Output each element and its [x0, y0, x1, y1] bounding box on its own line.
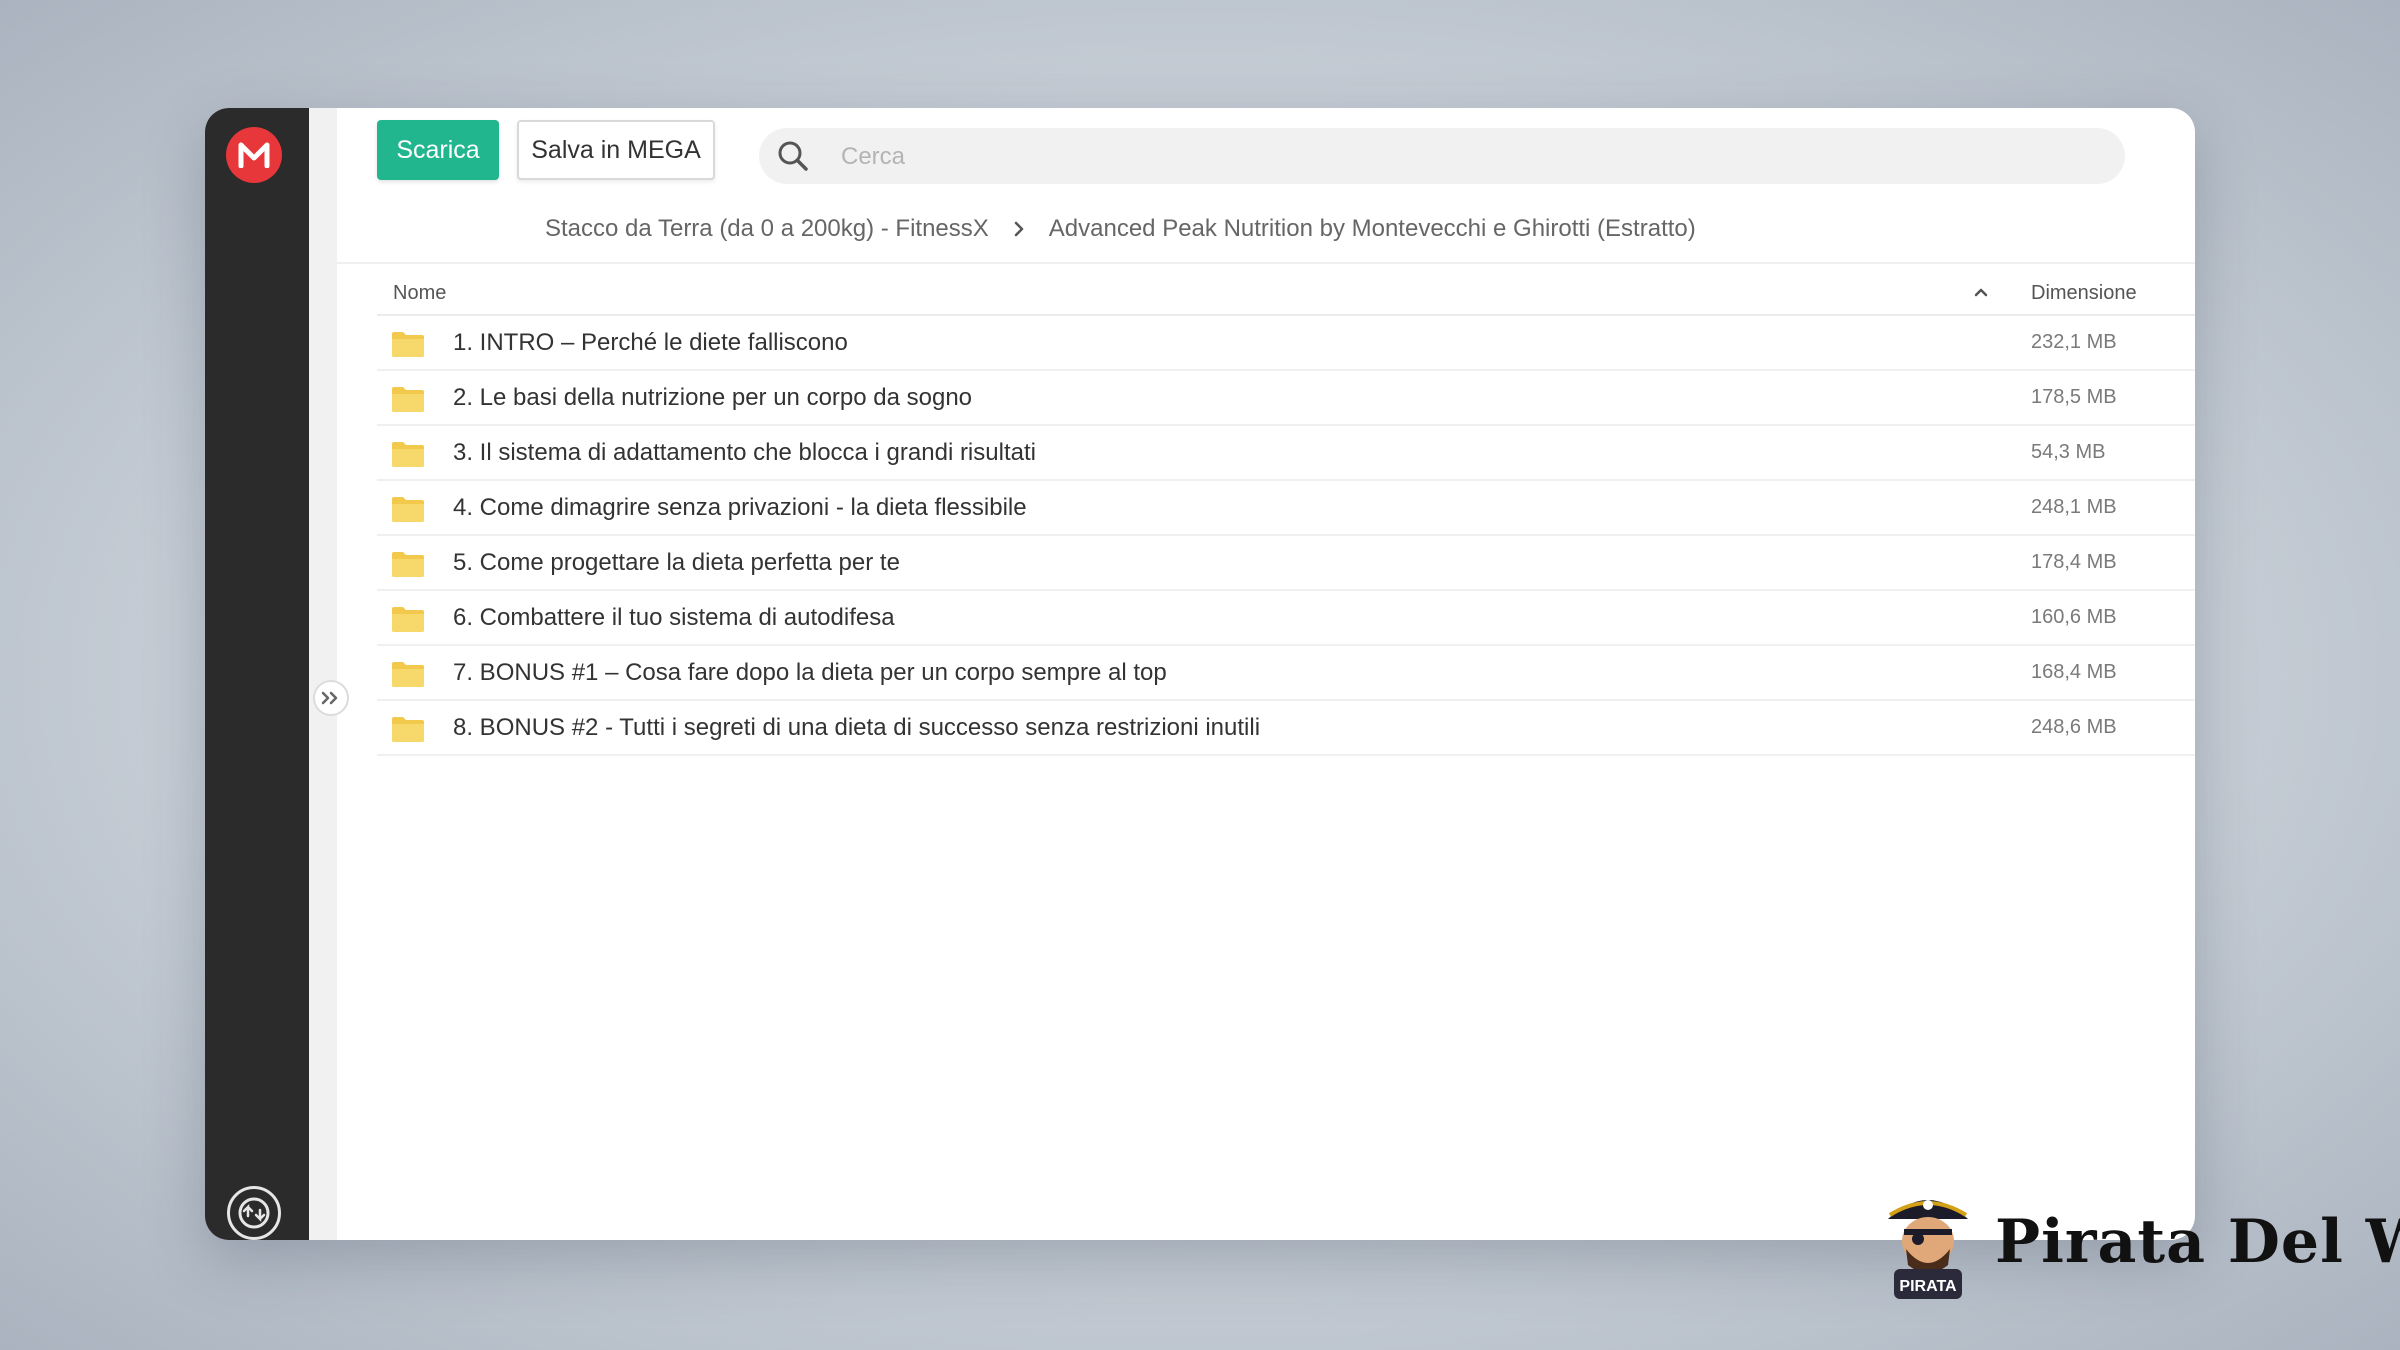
folder-icon [392, 607, 424, 632]
double-chevron-right-icon [321, 691, 338, 705]
badge-text: PIRATA [1899, 1278, 1957, 1295]
file-name: 3. Il sistema di adattamento che blocca … [453, 439, 1036, 466]
file-size: 178,4 MB [2031, 551, 2117, 573]
sidebar-rail [309, 108, 337, 1240]
pirata-watermark: PIRATA Pirata Del Web [1880, 1185, 2400, 1305]
file-name: 7. BONUS #1 – Cosa fare dopo la dieta pe… [453, 659, 1167, 686]
breadcrumb-item-parent[interactable]: Stacco da Terra (da 0 a 200kg) - Fitness… [545, 215, 989, 243]
table-row[interactable]: 1. INTRO – Perché le diete falliscono 23… [377, 316, 2195, 371]
file-list: 1. INTRO – Perché le diete falliscono 23… [377, 316, 2195, 756]
mega-window: Scarica Salva in MEGA Stacco da Terra (d… [205, 108, 2195, 1240]
table-row[interactable]: 8. BONUS #2 - Tutti i segreti di una die… [377, 701, 2195, 756]
folder-icon [392, 552, 424, 577]
folder-icon [392, 387, 424, 412]
table-row[interactable]: 6. Combattere il tuo sistema di autodife… [377, 591, 2195, 646]
file-name: 1. INTRO – Perché le diete falliscono [453, 329, 848, 356]
file-size: 178,5 MB [2031, 386, 2117, 408]
folder-icon [392, 442, 424, 467]
chevron-right-icon [1013, 221, 1025, 237]
table-row[interactable]: 7. BONUS #1 – Cosa fare dopo la dieta pe… [377, 646, 2195, 701]
watermark-text: Pirata Del Web [1995, 1207, 2400, 1277]
sidebar [205, 108, 309, 1240]
file-name: 8. BONUS #2 - Tutti i segreti di una die… [453, 714, 1261, 741]
search-input[interactable] [839, 136, 2103, 178]
save-to-mega-button[interactable]: Salva in MEGA [517, 120, 715, 180]
download-button[interactable]: Scarica [377, 120, 499, 180]
file-size: 248,1 MB [2031, 496, 2117, 518]
transfer-icon[interactable] [227, 1186, 281, 1240]
table-header: Nome Dimensione Tipo [377, 270, 2195, 316]
folder-icon [392, 497, 424, 522]
column-header-size[interactable]: Dimensione [2031, 282, 2137, 305]
header-divider [337, 262, 2195, 264]
file-size: 160,6 MB [2031, 606, 2117, 628]
file-size: 232,1 MB [2031, 331, 2117, 353]
file-size: 168,4 MB [2031, 661, 2117, 683]
chevron-up-icon[interactable] [1971, 282, 1991, 302]
file-name: 6. Combattere il tuo sistema di autodife… [453, 604, 895, 631]
file-size: 248,6 MB [2031, 716, 2117, 738]
pirate-mascot-icon: PIRATA [1888, 1200, 1968, 1299]
folder-icon [392, 662, 424, 687]
file-name: 4. Come dimagrire senza privazioni - la … [453, 494, 1027, 521]
folder-icon [392, 717, 424, 742]
mega-logo[interactable] [226, 127, 282, 183]
column-header-name[interactable]: Nome [393, 282, 446, 305]
sync-arrows-icon [238, 1197, 270, 1229]
table-row[interactable]: 5. Come progettare la dieta perfetta per… [377, 536, 2195, 591]
file-size: 54,3 MB [2031, 441, 2106, 463]
file-name: 2. Le basi della nutrizione per un corpo… [453, 384, 973, 411]
table-row[interactable]: 4. Come dimagrire senza privazioni - la … [377, 481, 2195, 536]
file-name: 5. Come progettare la dieta perfetta per… [453, 549, 900, 576]
breadcrumb: Stacco da Terra (da 0 a 200kg) - Fitness… [545, 206, 1696, 252]
folder-icon [392, 332, 424, 357]
mega-m-icon [238, 142, 270, 168]
breadcrumb-item-current[interactable]: Advanced Peak Nutrition by Montevecchi e… [1049, 215, 1696, 243]
expand-sidebar-button[interactable] [313, 680, 349, 716]
search-bar[interactable] [759, 128, 2125, 184]
table-row[interactable]: 2. Le basi della nutrizione per un corpo… [377, 371, 2195, 426]
search-icon [778, 141, 808, 171]
table-row[interactable]: 3. Il sistema di adattamento che blocca … [377, 426, 2195, 481]
